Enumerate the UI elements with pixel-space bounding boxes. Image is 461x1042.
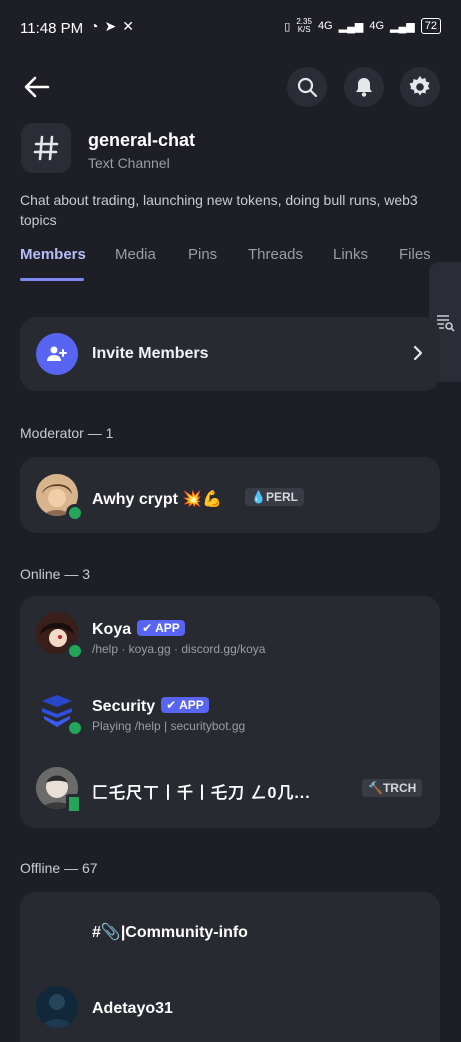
member-name: #📎|Community-info [92,924,248,941]
back-arrow-icon[interactable] [22,72,52,102]
online-status-icon [66,719,84,737]
tab-members[interactable]: Members [20,246,86,263]
channel-description: Chat about trading, launching new tokens… [20,192,418,228]
member-name: Awhy crypt 💥💪 [92,491,223,508]
member-tag: 💧PERL [245,488,304,506]
gear-icon [409,76,430,96]
tab-pins[interactable]: Pins [188,246,217,263]
status-bar: 11:48 PM ◔ ➤ ✕ ▯ 2.35 K/S 4G ▂▄▆ 4G ▂▄▆ … [0,0,461,58]
online-member-list: Koya ✔ APP /help · koya.gg · discord.gg/k… [20,596,440,828]
signal-2: 4G [369,20,385,32]
member-tag: 🔨TRCH [362,779,423,797]
tab-media[interactable]: Media [115,246,156,263]
battery-icon: 72 [420,18,441,34]
tab-files[interactable]: Files [399,246,431,263]
search-icon [297,77,318,98]
offline-member-list: #📎|Community-info Adetayo31 [20,892,440,1042]
search-button[interactable] [287,67,327,107]
tab-links[interactable]: Links [333,246,368,263]
notifications-button[interactable] [344,67,384,107]
invite-members-button[interactable]: Invite Members [20,317,440,391]
member-subtitle: Playing /help | securitybot.gg [92,719,246,733]
app-badge: ✔ APP [161,697,209,713]
member-row[interactable]: Awhy crypt 💥💪 💧PERL [20,460,440,530]
section-online: Online — 3 [20,566,91,582]
whatsapp-icon: ◔ [90,18,99,34]
channel-name: general-chat [88,130,196,150]
status-time: 11:48 PM [20,20,84,37]
network-speed: 2.35 K/S [296,17,312,34]
tab-bar: Members Media Pins Threads Links Files [20,246,461,281]
member-name: Adetayo31 [92,1000,173,1017]
channel-type: Text Channel [88,155,170,171]
channel-hash-icon [21,123,71,173]
member-name: 匚乇尺ㄒ丨千丨乇刀 ㄥ0几... [92,785,311,802]
avatar [36,986,78,1028]
section-moderator: Moderator — 1 [20,425,114,441]
signal-1: 4G [317,20,333,32]
bell-icon [356,78,372,97]
tab-threads[interactable]: Threads [248,246,303,263]
active-tab-indicator [20,278,84,281]
moderator-list: Awhy crypt 💥💪 💧PERL [20,457,440,533]
online-status-icon [66,504,84,522]
member-name: Koya ✔ APP [92,620,185,639]
settings-button[interactable] [400,67,440,107]
signal-icon-2: ▂▄▆ [390,20,415,33]
app-badge: ✔ APP [137,620,185,636]
add-user-icon [36,333,78,375]
member-row[interactable]: 匚乇尺ㄒ丨千丨乇刀 ㄥ0几... 🔨TRCH [20,753,440,823]
member-name: Security ✔ APP [92,697,209,716]
telegram-icon: ➤ [104,18,117,34]
vibrate-icon: ▯ [284,20,291,33]
x-icon: ✕ [122,18,134,34]
signal-icon-1: ▂▄▆ [338,20,364,33]
member-row[interactable]: Security ✔ APP Playing /help | securitybo… [20,675,440,745]
section-offline: Offline — 67 [20,860,98,876]
member-row[interactable]: Adetayo31 [20,972,440,1042]
chevron-right-icon [413,345,423,361]
member-subtitle: /help · koya.gg · discord.gg/koya [92,642,266,656]
member-row[interactable]: Koya ✔ APP /help · koya.gg · discord.gg/k… [20,598,440,668]
mobile-status-icon [66,794,82,814]
online-status-icon [66,642,84,660]
member-row[interactable]: #📎|Community-info [20,896,440,966]
invite-members-label: Invite Members [92,345,209,362]
